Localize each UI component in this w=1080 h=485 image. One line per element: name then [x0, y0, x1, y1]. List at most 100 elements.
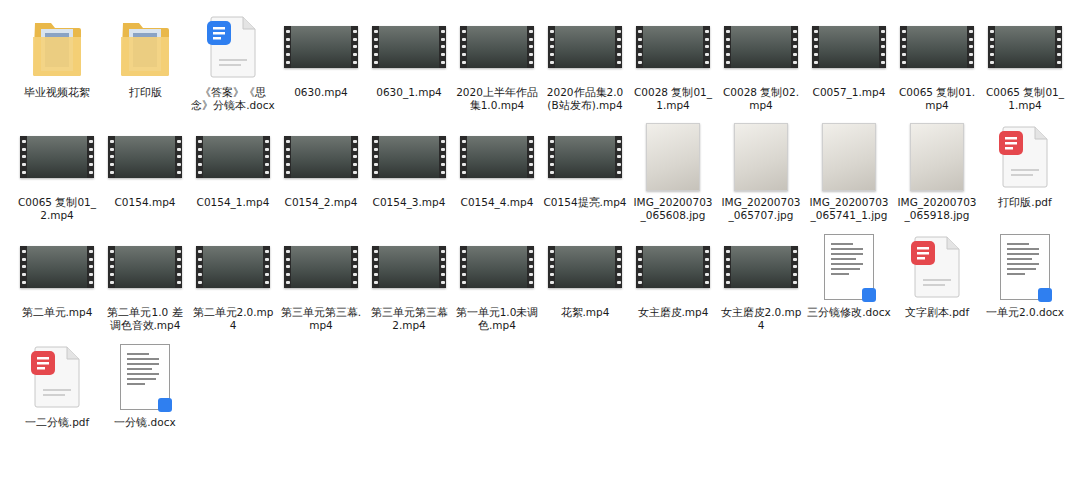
file-name: 毕业视频花絮 — [15, 86, 99, 99]
word-document-icon — [205, 15, 261, 79]
file-item[interactable]: 文字剧本.pdf — [893, 230, 981, 319]
file-icon-area — [981, 230, 1069, 304]
video-thumbnail-icon — [20, 136, 94, 178]
video-thumbnail-icon — [548, 26, 622, 68]
document-thumbnail-icon — [120, 344, 170, 410]
file-name: C0028 复制01_1.mp4 — [631, 86, 715, 112]
file-icon-area — [893, 230, 981, 304]
file-item[interactable]: 打印版.pdf — [981, 120, 1069, 209]
file-name: C0057_1.mp4 — [807, 86, 891, 99]
file-item[interactable]: C0154.mp4 — [101, 120, 189, 209]
file-item[interactable]: 女主磨皮.mp4 — [629, 230, 717, 319]
file-item[interactable]: 2020作品集2.0(B站发布).mp4 — [541, 10, 629, 112]
file-icon-area — [629, 10, 717, 84]
file-name: 女主磨皮2.0.mp4 — [719, 306, 803, 332]
file-item[interactable]: 0630_1.mp4 — [365, 10, 453, 99]
file-name: C0065 复制01_2.mp4 — [15, 196, 99, 222]
file-icon-area — [189, 120, 277, 194]
file-item[interactable]: IMG_20200703_065741_1.jpg — [805, 120, 893, 222]
video-thumbnail-icon — [548, 136, 622, 178]
file-icon-area — [189, 10, 277, 84]
file-icon-area — [629, 230, 717, 304]
file-icon-area — [13, 230, 101, 304]
file-name: C0154_2.mp4 — [279, 196, 363, 209]
video-thumbnail-icon — [636, 26, 710, 68]
file-icon-area — [453, 230, 541, 304]
file-name: IMG_20200703_065608.jpg — [631, 196, 715, 222]
file-item[interactable]: C0154_3.mp4 — [365, 120, 453, 209]
file-icon-area — [101, 340, 189, 414]
file-item[interactable]: C0065 复制01_1.mp4 — [981, 10, 1069, 112]
file-item[interactable]: 一单元2.0.docx — [981, 230, 1069, 319]
video-thumbnail-icon — [460, 26, 534, 68]
file-item[interactable]: C0154提亮.mp4 — [541, 120, 629, 209]
file-item[interactable]: 第三单元第三幕2.mp4 — [365, 230, 453, 332]
file-item[interactable]: C0057_1.mp4 — [805, 10, 893, 99]
file-name: C0065 复制01.mp4 — [895, 86, 979, 112]
file-name: IMG_20200703_065707.jpg — [719, 196, 803, 222]
file-item[interactable]: 第二单元.mp4 — [13, 230, 101, 319]
file-item[interactable]: IMG_20200703_065707.jpg — [717, 120, 805, 222]
image-thumbnail-icon — [734, 123, 788, 191]
file-item[interactable]: 第二单元1.0 差调色音效.mp4 — [101, 230, 189, 332]
file-item[interactable]: 花絮.mp4 — [541, 230, 629, 319]
file-name: C0154_1.mp4 — [191, 196, 275, 209]
file-item[interactable]: 女主磨皮2.0.mp4 — [717, 230, 805, 332]
video-thumbnail-icon — [548, 246, 622, 288]
file-icon-area — [13, 120, 101, 194]
folder-icon — [119, 15, 171, 79]
image-thumbnail-icon — [822, 123, 876, 191]
file-item[interactable]: 第一单元1.0未调色.mp4 — [453, 230, 541, 332]
file-name: IMG_20200703_065918.jpg — [895, 196, 979, 222]
video-thumbnail-icon — [636, 246, 710, 288]
video-thumbnail-icon — [284, 246, 358, 288]
file-name: 打印版 — [103, 86, 187, 99]
file-icon-area — [453, 120, 541, 194]
file-item[interactable]: C0154_2.mp4 — [277, 120, 365, 209]
document-thumbnail-icon — [824, 234, 874, 300]
file-icon-area — [805, 120, 893, 194]
file-name: 2020作品集2.0(B站发布).mp4 — [543, 86, 627, 112]
file-item[interactable]: C0028 复制02.mp4 — [717, 10, 805, 112]
pdf-document-icon — [29, 345, 85, 409]
file-name: 文字剧本.pdf — [895, 306, 979, 319]
file-name: C0065 复制01_1.mp4 — [983, 86, 1067, 112]
file-item[interactable]: 打印版 — [101, 10, 189, 99]
file-name: C0154.mp4 — [103, 196, 187, 209]
file-item[interactable]: C0065 复制01_2.mp4 — [13, 120, 101, 222]
file-item[interactable]: C0154_1.mp4 — [189, 120, 277, 209]
file-item[interactable]: 《答案》《思念》分镜本.docx — [189, 10, 277, 112]
file-name: 第二单元.mp4 — [15, 306, 99, 319]
file-icon-area — [277, 10, 365, 84]
video-thumbnail-icon — [196, 136, 270, 178]
file-item[interactable]: 一二分镜.pdf — [13, 340, 101, 429]
file-item[interactable]: IMG_20200703_065608.jpg — [629, 120, 717, 222]
file-item[interactable]: C0028 复制01_1.mp4 — [629, 10, 717, 112]
video-thumbnail-icon — [372, 246, 446, 288]
file-icon-area — [717, 10, 805, 84]
video-thumbnail-icon — [372, 136, 446, 178]
folder-icon — [31, 15, 83, 79]
file-icon-area — [365, 10, 453, 84]
image-thumbnail-icon — [646, 123, 700, 191]
file-name: 第三单元第三幕.mp4 — [279, 306, 363, 332]
video-thumbnail-icon — [20, 246, 94, 288]
file-item[interactable]: 毕业视频花絮 — [13, 10, 101, 99]
file-explorer-view: 毕业视频花絮打印版《答案》《思念》分镜本.docx0630.mp40630_1.… — [0, 0, 1080, 485]
file-item[interactable]: 第二单元2.0.mp4 — [189, 230, 277, 332]
file-item[interactable]: C0065 复制01.mp4 — [893, 10, 981, 112]
file-item[interactable]: 三分镜修改.docx — [805, 230, 893, 319]
file-item[interactable]: IMG_20200703_065918.jpg — [893, 120, 981, 222]
file-icon-area — [717, 230, 805, 304]
file-item[interactable]: 2020上半年作品集1.0.mp4 — [453, 10, 541, 112]
file-icon-area — [805, 230, 893, 304]
file-icon-area — [189, 230, 277, 304]
file-item[interactable]: 0630.mp4 — [277, 10, 365, 99]
file-item[interactable]: 第三单元第三幕.mp4 — [277, 230, 365, 332]
file-item[interactable]: C0154_4.mp4 — [453, 120, 541, 209]
video-thumbnail-icon — [724, 26, 798, 68]
file-grid: 毕业视频花絮打印版《答案》《思念》分镜本.docx0630.mp40630_1.… — [13, 10, 1071, 429]
file-icon-area — [101, 120, 189, 194]
file-item[interactable]: 一分镜.docx — [101, 340, 189, 429]
file-icon-area — [981, 120, 1069, 194]
